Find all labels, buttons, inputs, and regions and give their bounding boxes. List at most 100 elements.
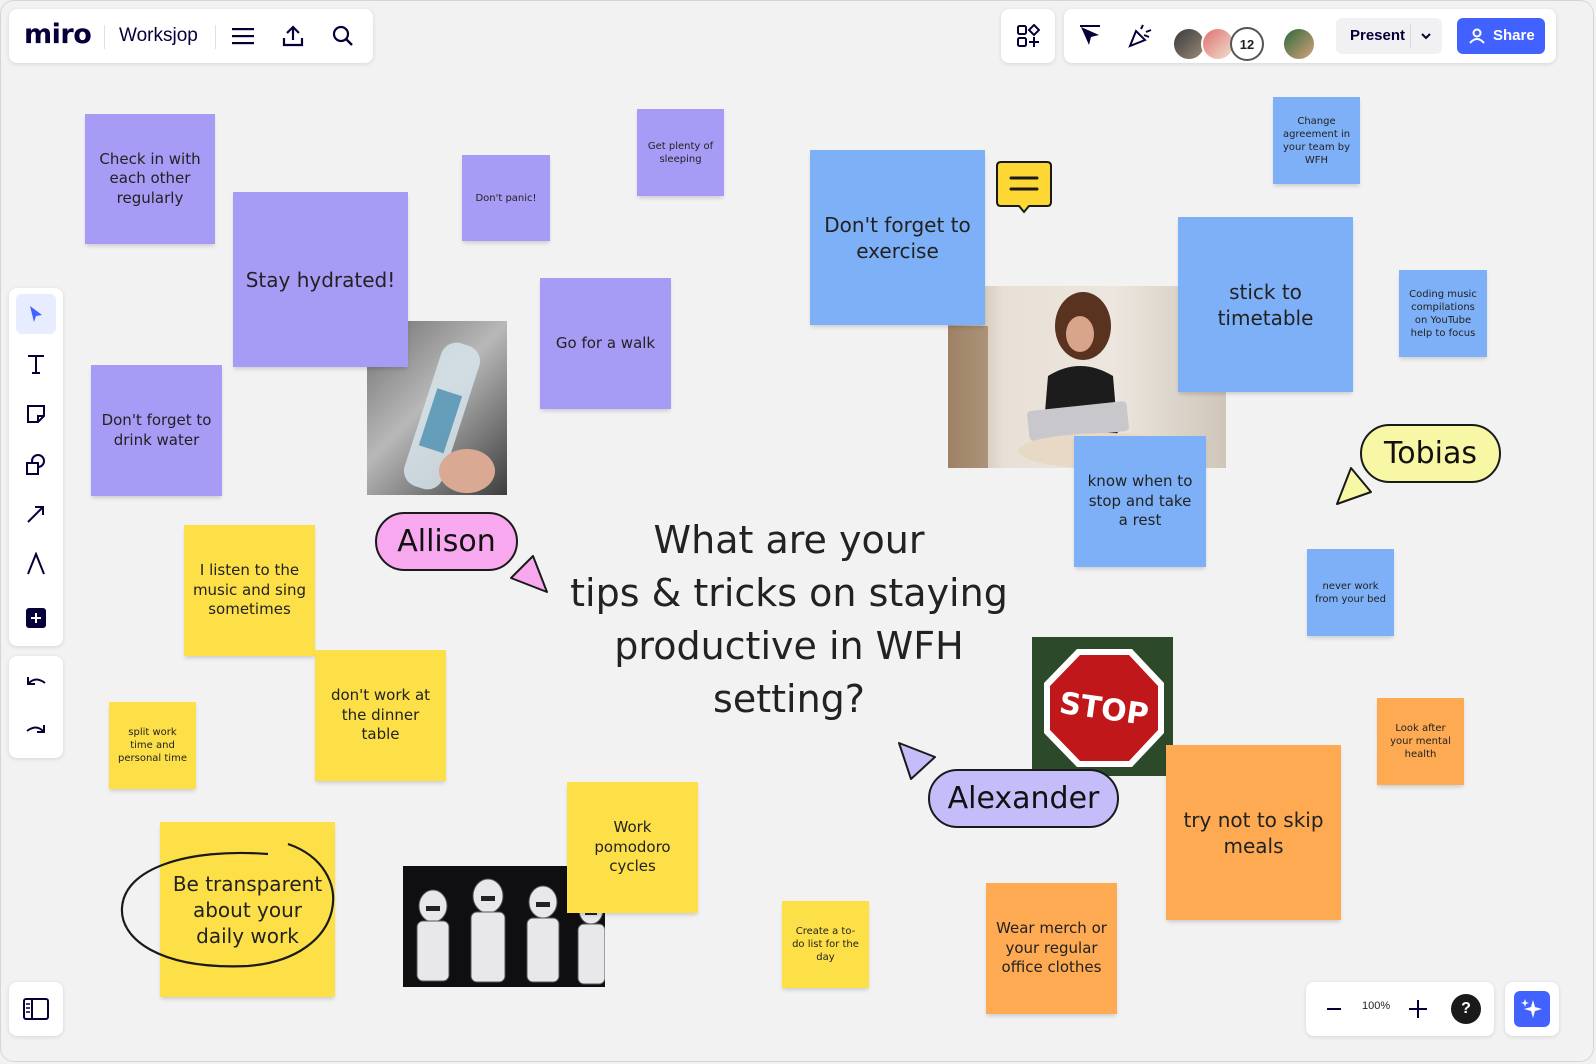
text-icon bbox=[28, 355, 44, 374]
cursor-label-allison: Allison bbox=[375, 512, 518, 571]
comment-bubble-icon[interactable] bbox=[995, 160, 1053, 216]
apps-button[interactable] bbox=[1001, 9, 1055, 63]
sticky-note-go-walk[interactable]: Go for a walk bbox=[540, 278, 671, 409]
arrow-tool[interactable] bbox=[16, 494, 56, 534]
sticky-note-know-when[interactable]: know when to stop and take a rest bbox=[1074, 436, 1206, 567]
text-tool[interactable] bbox=[16, 344, 56, 384]
cursor-toggle-icon[interactable] bbox=[1074, 20, 1106, 52]
miro-logo: miro bbox=[24, 19, 92, 50]
share-button[interactable]: Share bbox=[1457, 18, 1545, 54]
zoom-toolbar: 100% ? bbox=[1306, 982, 1494, 1036]
cursor-name: Allison bbox=[397, 524, 496, 559]
menu-icon[interactable] bbox=[227, 20, 259, 52]
undo-icon[interactable] bbox=[16, 664, 56, 704]
top-left-toolbar: miro Worksjop bbox=[9, 9, 373, 63]
sticky-note-never-bed[interactable]: never work from your bed bbox=[1307, 549, 1394, 636]
sticky-note-skip-meals[interactable]: try not to skip meals bbox=[1166, 745, 1341, 920]
hand-drawn-circle[interactable] bbox=[118, 838, 348, 974]
divider bbox=[104, 25, 105, 49]
present-button[interactable]: Present bbox=[1336, 18, 1442, 54]
sticky-note-stay-hydrated[interactable]: Stay hydrated! bbox=[233, 192, 408, 367]
note-text: Wear merch or your regular office clothe… bbox=[996, 919, 1107, 977]
cursor-arrow-icon bbox=[1336, 467, 1372, 505]
collaborator-count: 12 bbox=[1239, 36, 1255, 52]
note-text: never work from your bed bbox=[1315, 580, 1386, 605]
zoom-in-icon[interactable] bbox=[1402, 993, 1434, 1025]
sticky-note-dinner-table[interactable]: don't work at the dinner table bbox=[315, 650, 446, 781]
sticky-note-mental-health[interactable]: Look after your mental health bbox=[1377, 698, 1464, 785]
celebrate-icon[interactable] bbox=[1124, 20, 1156, 52]
note-text: Stay hydrated! bbox=[245, 267, 396, 292]
sticky-note-coding-music[interactable]: Coding music compilations on YouTube hel… bbox=[1399, 270, 1487, 357]
sticky-note-drink-water[interactable]: Don't forget to drink water bbox=[91, 365, 222, 496]
note-text: Go for a walk bbox=[555, 333, 656, 352]
cursor-label-tobias: Tobias bbox=[1360, 424, 1501, 483]
question-line: setting? bbox=[713, 677, 865, 721]
share-label: Share bbox=[1493, 27, 1535, 44]
stop-sign-illustration: STOP bbox=[1032, 637, 1173, 776]
sticky-note-icon bbox=[27, 405, 45, 423]
redo-icon[interactable] bbox=[16, 712, 56, 752]
note-text: Create a to-do list for the day bbox=[792, 926, 859, 963]
cursor-arrow-icon bbox=[510, 555, 548, 593]
board-question-text[interactable]: What are your tips & tricks on staying p… bbox=[570, 514, 1008, 726]
chevron-down-icon[interactable] bbox=[1420, 30, 1432, 42]
zoom-out-icon[interactable] bbox=[1318, 993, 1350, 1025]
sticky-note-dont-panic[interactable]: Don't panic! bbox=[462, 155, 550, 241]
cursor-label-alexander: Alexander bbox=[928, 769, 1119, 828]
board-name[interactable]: Worksjop bbox=[119, 25, 198, 47]
zoom-level[interactable]: 100% bbox=[1362, 1000, 1390, 1012]
sticky-note-exercise[interactable]: Don't forget to exercise bbox=[810, 150, 985, 325]
user-icon bbox=[1469, 28, 1485, 44]
sparkle-icon bbox=[1514, 991, 1550, 1027]
note-text: Change agreement in your team by WFH bbox=[1282, 115, 1351, 166]
left-toolbar bbox=[9, 288, 63, 646]
note-text: Check in with each other regularly bbox=[99, 149, 201, 207]
sticky-note-timetable[interactable]: stick to timetable bbox=[1178, 217, 1353, 392]
question-line: tips & tricks on staying bbox=[570, 571, 1008, 615]
sticky-note-tool[interactable] bbox=[16, 394, 56, 434]
sticky-note-sleep[interactable]: Get plenty of sleeping bbox=[637, 109, 724, 196]
note-text: Work pomodoro cycles bbox=[594, 818, 671, 876]
sticky-note-wear-merch[interactable]: Wear merch or your regular office clothe… bbox=[986, 883, 1117, 1014]
help-icon[interactable]: ? bbox=[1451, 994, 1481, 1024]
cursor-name: Alexander bbox=[947, 781, 1100, 816]
history-toolbar bbox=[9, 656, 63, 758]
question-line: What are your bbox=[653, 518, 925, 562]
pen-tool[interactable] bbox=[16, 544, 56, 584]
note-text: Don't panic! bbox=[475, 192, 537, 204]
sidebar-panel-icon bbox=[20, 993, 52, 1025]
sticky-note-todo-list[interactable]: Create a to-do list for the day bbox=[782, 901, 869, 988]
stop-sign-photo[interactable]: STOP bbox=[1032, 637, 1173, 776]
user-avatar[interactable] bbox=[1282, 27, 1316, 61]
note-text: try not to skip meals bbox=[1183, 807, 1324, 858]
note-text: don't work at the dinner table bbox=[330, 686, 431, 744]
search-icon[interactable] bbox=[327, 20, 359, 52]
sticky-note-pomodoro[interactable]: Work pomodoro cycles bbox=[567, 782, 698, 913]
note-text: I listen to the music and sing sometimes bbox=[192, 561, 307, 619]
panel-toggle-button[interactable] bbox=[9, 982, 63, 1036]
sticky-note-split-time[interactable]: split work time and personal time bbox=[109, 702, 196, 789]
pointer-icon bbox=[30, 306, 42, 322]
note-text: know when to stop and take a rest bbox=[1087, 472, 1193, 530]
cursor-name: Tobias bbox=[1384, 436, 1477, 471]
sticky-note-check-in[interactable]: Check in with each other regularly bbox=[85, 114, 215, 244]
collaborator-count-badge[interactable]: 12 bbox=[1230, 27, 1264, 61]
note-text: Coding music compilations on YouTube hel… bbox=[1409, 288, 1477, 339]
shapes-tool[interactable] bbox=[16, 444, 56, 484]
note-text: Get plenty of sleeping bbox=[647, 140, 714, 165]
note-text: stick to timetable bbox=[1217, 279, 1314, 330]
note-text: split work time and personal time bbox=[118, 727, 187, 764]
top-right-toolbar: 12 Present Share bbox=[1064, 9, 1556, 63]
divider bbox=[1410, 24, 1411, 48]
select-tool[interactable] bbox=[16, 294, 56, 334]
sticky-note-listen-music[interactable]: I listen to the music and sing sometimes bbox=[184, 525, 315, 656]
ai-assist-button[interactable] bbox=[1505, 982, 1559, 1036]
note-text: Don't forget to exercise bbox=[824, 212, 971, 263]
question-line: productive in WFH bbox=[614, 624, 964, 668]
upload-icon[interactable] bbox=[277, 20, 309, 52]
divider bbox=[215, 25, 216, 49]
sticky-note-change-agreement[interactable]: Change agreement in your team by WFH bbox=[1273, 97, 1360, 184]
add-tool[interactable] bbox=[16, 598, 56, 638]
pen-icon bbox=[27, 552, 45, 575]
